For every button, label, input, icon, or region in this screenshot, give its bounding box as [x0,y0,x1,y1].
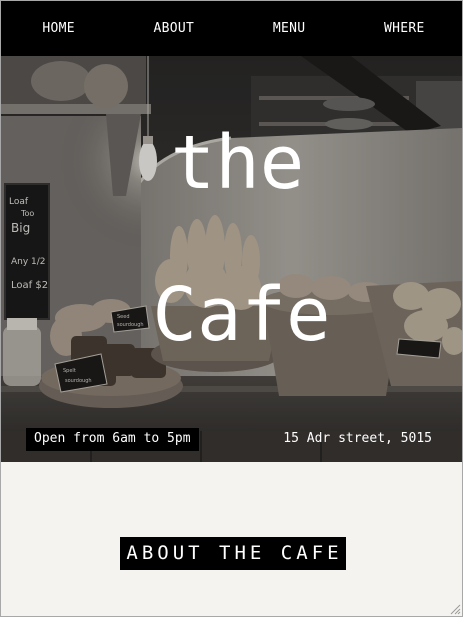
bakery-photo: Loaf Too Big Any 1/2 Loaf $2 Spelt sourd… [1,56,462,462]
nav-where-link[interactable]: WHERE [347,21,462,36]
nav-about-link[interactable]: ABOUT [116,21,231,36]
address-text: 15 Adr street, 5015 [283,431,432,446]
opening-hours-badge: Open from 6am to 5pm [26,428,199,451]
about-the-cafe-button[interactable]: ABOUT THE CAFE [120,537,346,570]
nav-menu-link[interactable]: MENU [232,21,347,36]
nav-home-link[interactable]: HOME [1,21,116,36]
page-frame: HOME ABOUT MENU WHERE Loaf Too Big Any 1… [0,0,463,617]
hero-title-the: the [170,120,305,206]
top-navbar: HOME ABOUT MENU WHERE [1,1,462,56]
hero-banner: Loaf Too Big Any 1/2 Loaf $2 Spelt sourd… [1,56,462,462]
hero-title-cafe: Cafe [152,272,331,358]
resize-grip-icon[interactable] [449,603,461,615]
